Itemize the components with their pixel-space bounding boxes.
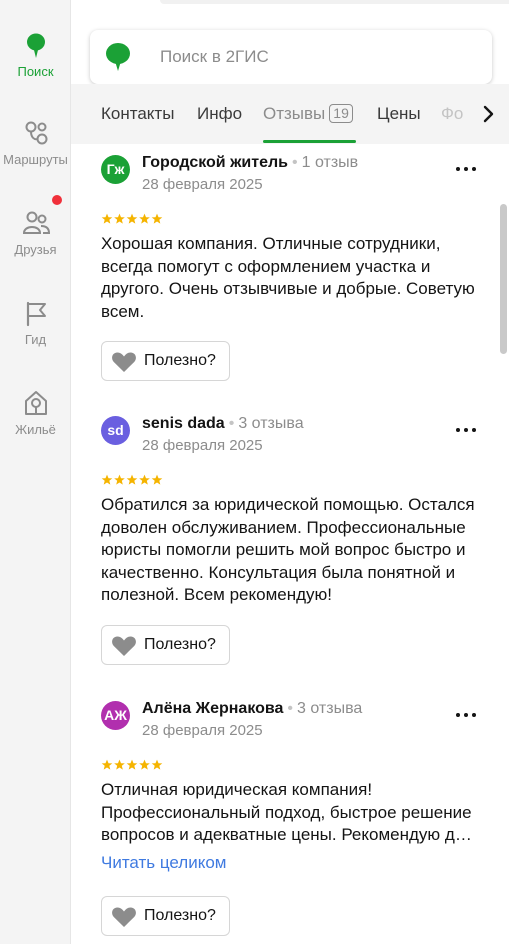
tab-bar: Контакты Инфо Отзывы 19 Цены Фо — [71, 84, 509, 144]
search-pin-icon — [26, 33, 45, 58]
chevron-right-icon[interactable] — [476, 102, 500, 126]
useful-label: Полезно? — [144, 907, 216, 924]
review-card: Гж Городской житель • 1 отзыв 28 февраля 2… — [101, 154, 496, 385]
flag-icon — [26, 301, 46, 327]
rail-item-friends[interactable]: Друзья — [0, 208, 71, 257]
top-edge — [160, 0, 509, 4]
avatar[interactable]: sd — [101, 416, 130, 445]
review-card: АЖ Алёна Жернакова • 3 отзыва 28 февраля 2… — [101, 700, 496, 941]
rail-label: Маршруты — [3, 152, 68, 167]
notification-dot — [52, 195, 62, 205]
tab-info[interactable]: Инфо — [197, 104, 242, 124]
rail-label: Жильё — [15, 422, 56, 437]
search-bar[interactable] — [90, 30, 492, 84]
more-options-icon[interactable] — [454, 424, 478, 436]
tab-reviews[interactable]: Отзывы 19 — [263, 104, 353, 124]
useful-button[interactable]: Полезно? — [101, 341, 230, 381]
review-date: 28 февраля 2025 — [142, 437, 263, 454]
useful-label: Полезно? — [144, 636, 216, 653]
review-author: Городской житель • 1 отзыв — [142, 154, 359, 171]
heart-icon — [112, 352, 136, 372]
review-count: 3 отзыва — [238, 415, 304, 432]
review-author: senis dada • 3 отзыва — [142, 415, 304, 432]
useful-button[interactable]: Полезно? — [101, 896, 230, 936]
rail-item-routes[interactable]: Маршруты — [0, 118, 71, 167]
tab-photos-partial[interactable]: Фо — [441, 104, 463, 124]
tab-prices[interactable]: Цены — [377, 104, 421, 124]
review-card: sd senis dada • 3 отзыва 28 февраля 2025 О… — [101, 415, 496, 666]
rail-item-guide[interactable]: Гид — [0, 298, 71, 347]
friends-icon — [22, 211, 50, 234]
house-icon — [24, 391, 47, 415]
star-rating — [101, 759, 163, 770]
avatar[interactable]: АЖ — [101, 701, 130, 730]
author-name[interactable]: Городской житель — [142, 154, 288, 171]
heart-icon — [112, 907, 136, 927]
active-tab-indicator — [263, 140, 356, 143]
author-name[interactable]: Алёна Жернакова — [142, 700, 283, 717]
read-more-link[interactable]: Читать целиком — [101, 853, 227, 873]
star-rating — [101, 474, 163, 485]
search-input[interactable] — [160, 44, 460, 70]
review-text: Отличная юридическая компания! Профессио… — [101, 780, 472, 844]
more-options-icon[interactable] — [454, 163, 478, 175]
avatar[interactable]: Гж — [101, 155, 130, 184]
star-rating — [101, 213, 163, 224]
left-rail: Поиск Маршруты Друзья Гид Жильё — [0, 0, 71, 944]
2gis-logo-icon — [106, 43, 130, 71]
rail-label: Поиск — [17, 64, 54, 79]
review-text: Хорошая компания. Отличные сотрудники, в… — [101, 234, 475, 321]
review-date: 28 февраля 2025 — [142, 722, 263, 739]
rail-label: Друзья — [14, 242, 57, 257]
routes-icon — [25, 121, 47, 145]
rail-item-housing[interactable]: Жильё — [0, 388, 71, 437]
tab-reviews-label: Отзывы — [263, 104, 326, 123]
heart-icon — [112, 636, 136, 656]
more-options-icon[interactable] — [454, 709, 478, 721]
author-name[interactable]: senis dada — [142, 415, 225, 432]
review-text: Обратился за юридической помощью. Осталс… — [101, 495, 475, 604]
review-date: 28 февраля 2025 — [142, 176, 263, 193]
reviews-count-badge: 19 — [329, 104, 353, 123]
review-count: 3 отзыва — [297, 700, 363, 717]
useful-button[interactable]: Полезно? — [101, 625, 230, 665]
useful-label: Полезно? — [144, 352, 216, 369]
rail-item-search[interactable]: Поиск — [0, 30, 71, 79]
scrollbar[interactable] — [500, 204, 507, 354]
review-count: 1 отзыв — [301, 154, 359, 171]
review-author: Алёна Жернакова • 3 отзыва — [142, 700, 363, 717]
rail-label: Гид — [24, 332, 47, 347]
tab-contacts[interactable]: Контакты — [101, 104, 174, 124]
